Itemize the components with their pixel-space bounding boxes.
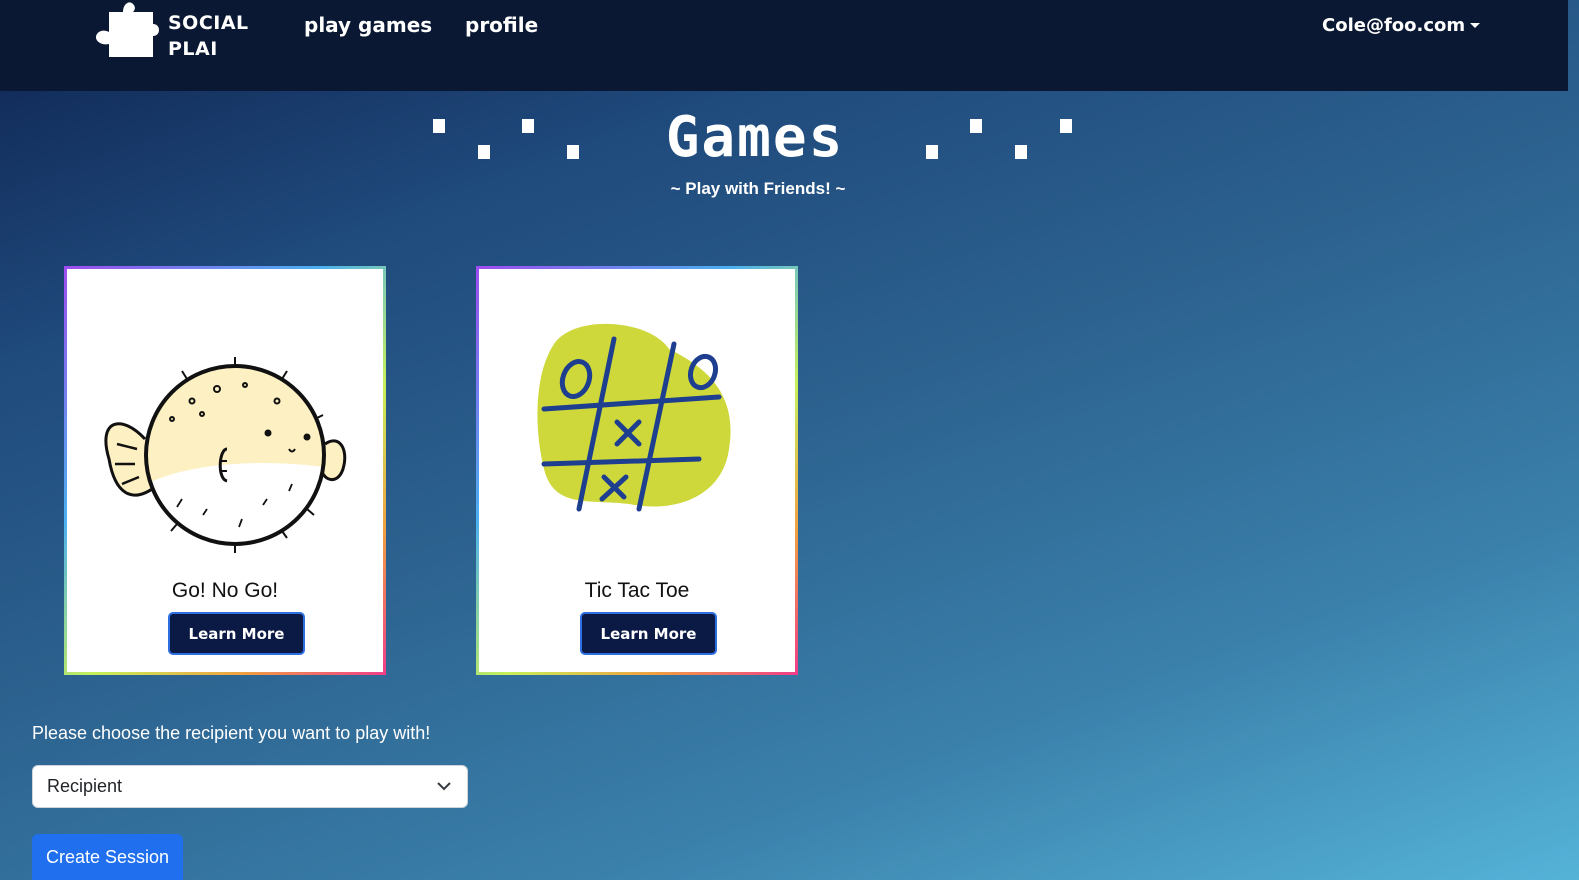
brand-line-1: SOCIAL [168,12,249,34]
game-card-tic-tac-toe[interactable]: Tic Tac Toe Learn More [476,266,798,675]
learn-more-button[interactable]: Learn More [168,612,305,655]
pixel-dot [1060,119,1072,133]
nav-profile[interactable]: profile [465,13,538,37]
pixel-dot [478,145,490,159]
pixel-dot [522,119,534,133]
pixel-dot [433,119,445,133]
brand-logo[interactable]: SOCIAL PLAI [95,2,265,60]
create-session-button[interactable]: Create Session [32,834,183,880]
pixel-dot [970,119,982,133]
brand-name: SOCIAL PLAI [168,10,249,62]
recipient-prompt: Please choose the recipient you want to … [32,723,431,743]
recipient-select[interactable]: Recipient [32,765,468,808]
pixel-dot [1015,145,1027,159]
page-title: Games [665,105,845,170]
pixel-dot [926,145,938,159]
game-title: Tic Tac Toe [584,579,690,602]
caret-down-icon [1470,23,1481,28]
pixel-dot [567,145,579,159]
recipient-select-value: Recipient [47,776,123,796]
page-subtitle: ~ Play with Friends! ~ [670,179,846,198]
nav-play-games[interactable]: play games [304,13,432,37]
navbar: SOCIAL PLAI play games profile Cole@foo.… [0,0,1568,91]
learn-more-button[interactable]: Learn More [580,612,717,655]
puzzle-piece-icon [95,2,159,58]
game-title: Go! No Go! [171,579,279,602]
user-email: Cole@foo.com [1322,15,1466,36]
pufferfish-icon [104,357,347,553]
game-card-go-no-go[interactable]: Go! No Go! Learn More [64,266,386,675]
user-menu-dropdown[interactable]: Cole@foo.com [1322,15,1481,36]
chevron-down-icon [437,782,451,791]
brand-line-2: PLAI [168,38,218,60]
tic-tac-toe-icon [537,323,731,512]
